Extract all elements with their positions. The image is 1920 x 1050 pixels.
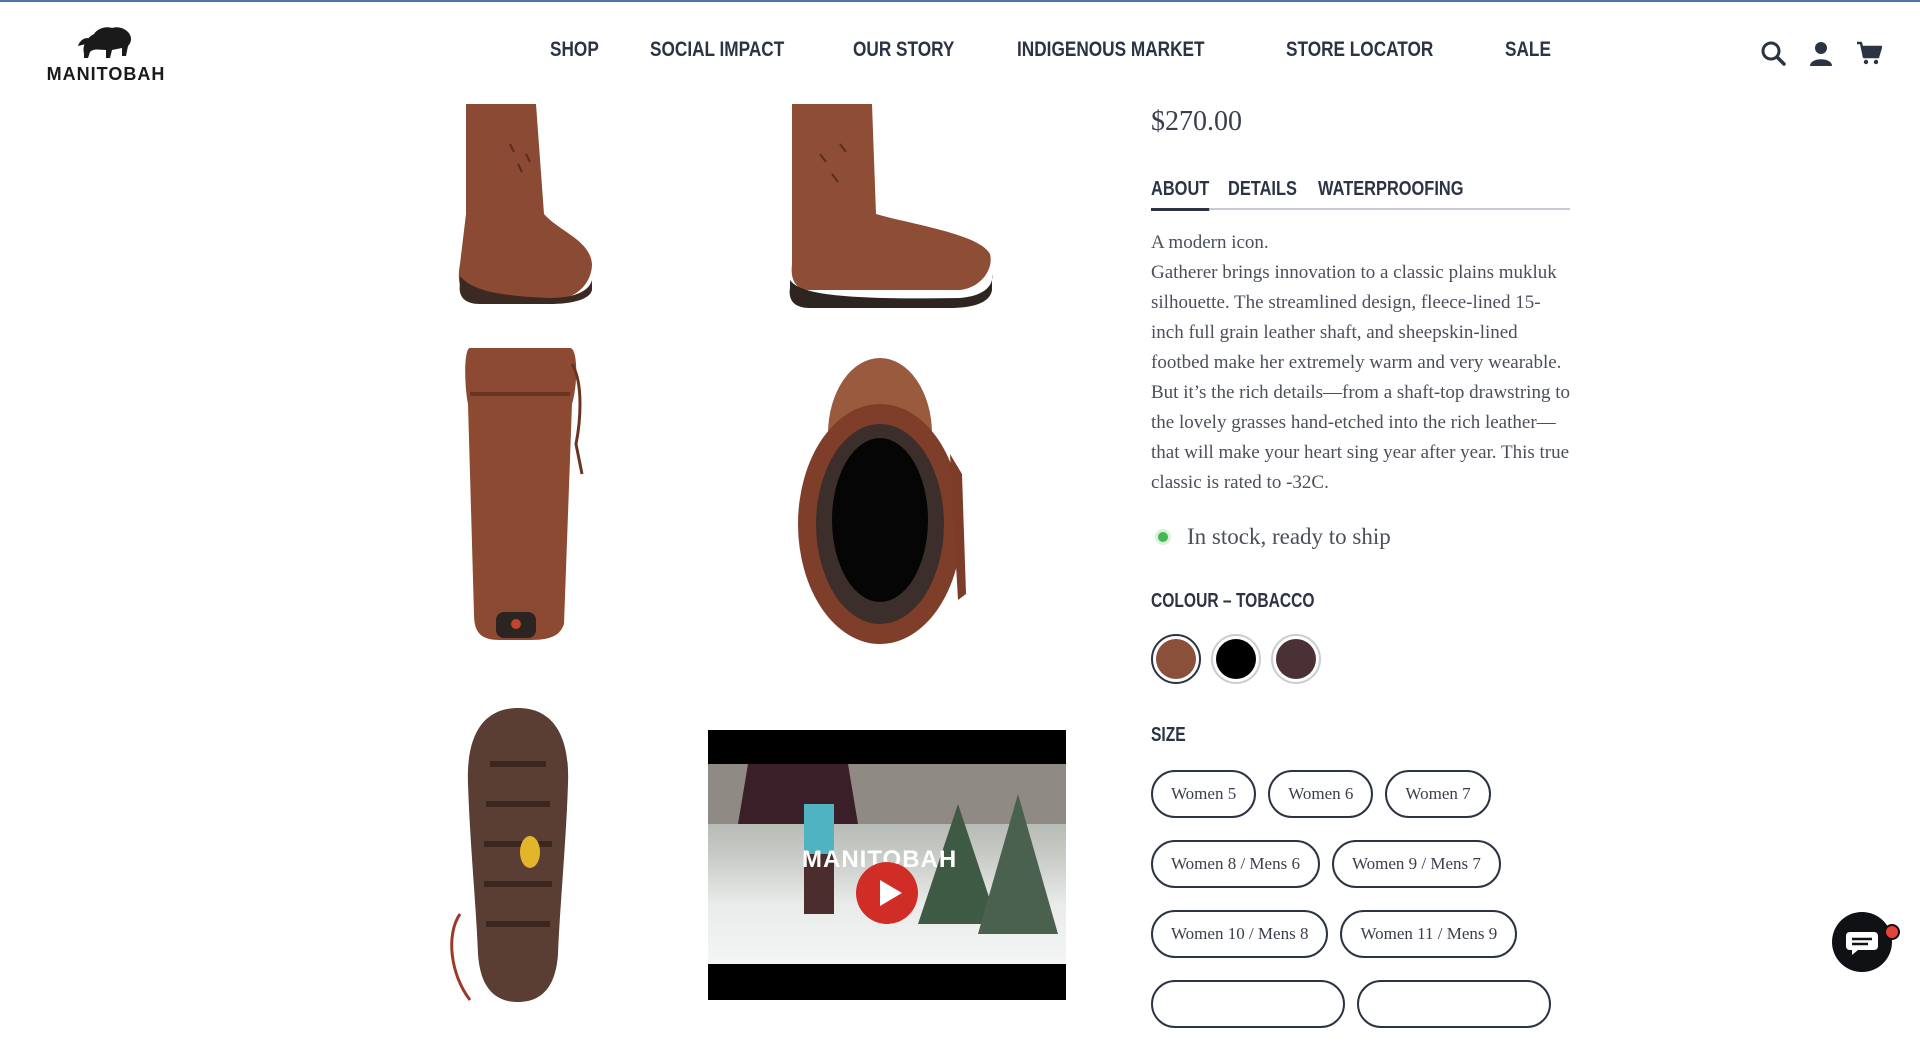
swatch-color-tobacco [1156,639,1196,679]
tab-about[interactable]: ABOUT [1151,174,1210,211]
tab-waterproofing[interactable]: WATERPROOFING [1318,174,1463,208]
tab-details[interactable]: DETAILS [1228,174,1297,208]
account-icon[interactable] [1808,40,1834,66]
size-button[interactable]: Women 6 [1268,770,1374,818]
product-image-back[interactable] [460,344,600,644]
search-icon[interactable] [1760,40,1786,66]
product-gallery: MANITOBAH [0,104,1100,1002]
swatch-dark-brown[interactable] [1271,634,1321,684]
header-icons [1760,40,1883,66]
site-header: MANITOBAH SHOP SOCIAL IMPACT OUR STORY I… [0,2,1920,104]
product-image-sole[interactable] [440,704,600,1004]
size-button[interactable]: Women 7 [1385,770,1491,818]
main-navigation: SHOP SOCIAL IMPACT OUR STORY INDIGENOUS … [550,38,1601,72]
colour-swatches [1151,634,1321,684]
size-options: Women 5 Women 6 Women 7 Women 8 / Mens 6… [1151,770,1571,1050]
nav-shop[interactable]: SHOP [550,38,599,72]
nav-social-impact[interactable]: SOCIAL IMPACT [650,38,784,72]
chat-bubble-icon [1846,932,1878,955]
notification-badge [1884,924,1900,940]
product-video[interactable]: MANITOBAH [708,730,1066,1000]
stock-status: In stock, ready to ship [1151,524,1391,550]
size-row: Women 10 / Mens 8 Women 11 / Mens 9 [1151,910,1571,958]
chat-button[interactable] [1832,912,1892,972]
about-description: A modern icon. Gatherer brings innovatio… [1151,228,1571,498]
product-price: $270.00 [1151,106,1242,137]
stock-indicator-icon [1158,532,1168,542]
size-row: Women 5 Women 6 Women 7 [1151,770,1571,818]
product-tabs: ABOUT DETAILS WATERPROOFING [1151,174,1570,211]
swatch-color-dark-brown [1276,639,1316,679]
play-button[interactable] [856,862,918,924]
nav-sale[interactable]: SALE [1505,38,1551,72]
product-image-side-left[interactable] [440,104,600,304]
video-thumbnail: MANITOBAH [708,764,1066,964]
swatch-color-black [1216,639,1256,679]
size-row-partial [1151,980,1571,1028]
size-button-cut-off[interactable] [1357,980,1551,1028]
swatch-black[interactable] [1211,634,1261,684]
size-button[interactable]: Women 9 / Mens 7 [1331,840,1501,888]
cart-icon[interactable] [1856,40,1883,66]
about-heading: A modern icon. [1151,232,1269,253]
logo-wordmark: MANITOBAH [46,64,166,84]
about-body: Gatherer brings innovation to a classic … [1151,262,1570,493]
size-label: SIZE [1151,724,1186,746]
size-button-cut-off[interactable] [1151,980,1345,1028]
stock-text: In stock, ready to ship [1187,524,1391,549]
product-image-side-right[interactable] [780,104,1010,314]
nav-indigenous-market[interactable]: INDIGENOUS MARKET [1017,38,1205,72]
logo[interactable]: MANITOBAH [38,24,174,86]
colour-label: COLOUR – TOBACCO [1151,590,1315,612]
nav-our-story[interactable]: OUR STORY [853,38,954,72]
size-button[interactable]: Women 8 / Mens 6 [1151,840,1320,888]
product-image-top[interactable] [780,344,1000,664]
size-row: Women 8 / Mens 6 Women 9 / Mens 7 [1151,840,1571,888]
size-button[interactable]: Women 10 / Mens 8 [1151,910,1329,958]
size-button[interactable]: Women 5 [1151,770,1257,818]
nav-store-locator[interactable]: STORE LOCATOR [1286,38,1433,72]
bison-logo-icon [78,27,131,58]
size-button[interactable]: Women 11 / Mens 9 [1340,910,1518,958]
swatch-tobacco[interactable] [1151,634,1201,684]
